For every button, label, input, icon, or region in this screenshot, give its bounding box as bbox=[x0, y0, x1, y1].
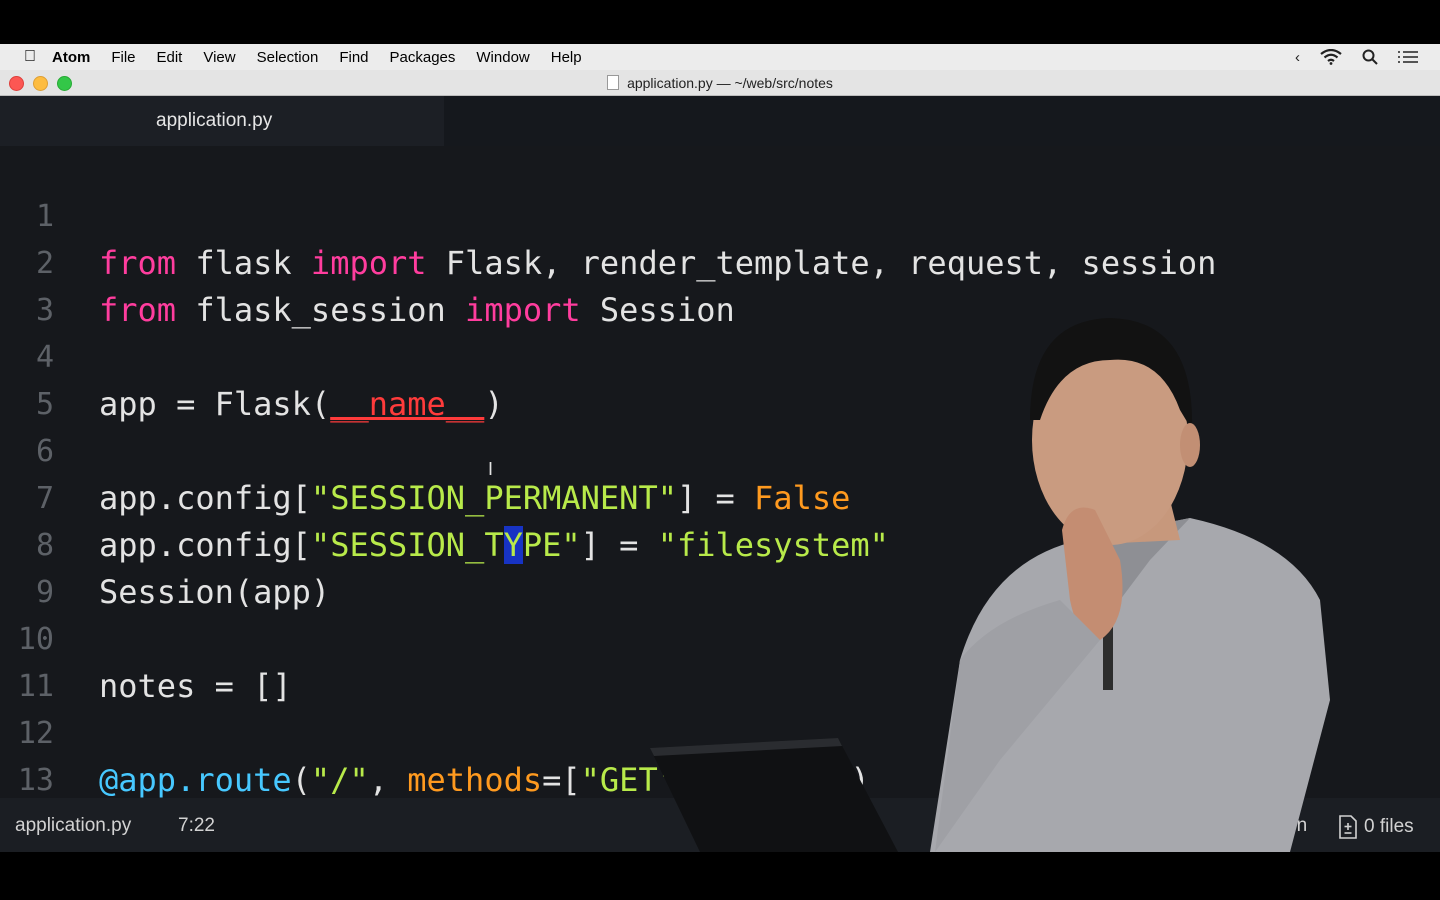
status-cursor-position[interactable]: 7:22 bbox=[178, 815, 215, 837]
status-file-name[interactable]: application.py bbox=[15, 815, 131, 837]
code-line: 6 app.config["SESSION_PERMANENT"] = Fals… bbox=[0, 381, 1440, 517]
search-icon[interactable] bbox=[1362, 49, 1378, 65]
code-line: 11 bbox=[0, 616, 1440, 704]
window-titlebar: application.py — ~/web/src/notes bbox=[0, 70, 1440, 96]
menubar-status-icons: ‹ bbox=[1295, 44, 1418, 70]
wifi-icon[interactable] bbox=[1320, 49, 1342, 65]
tab-bar: application.py bbox=[0, 96, 1440, 146]
menu-view[interactable]: View bbox=[203, 49, 235, 66]
code-line: 4 app = Flask(__name__) bbox=[0, 287, 1440, 423]
window-title: application.py — ~/web/src/notes bbox=[627, 74, 833, 91]
zoom-window-button[interactable] bbox=[57, 76, 72, 91]
code-line: 10 notes = [] bbox=[0, 569, 1440, 705]
file-diff-icon bbox=[1339, 815, 1357, 839]
status-files-count[interactable]: 0 files bbox=[1338, 815, 1414, 839]
menu-atom[interactable]: Atom bbox=[52, 49, 90, 66]
menu-edit[interactable]: Edit bbox=[157, 49, 183, 66]
status-git-label: on bbox=[1286, 815, 1308, 836]
close-window-button[interactable] bbox=[9, 76, 24, 91]
code-line: 13 def index(): bbox=[0, 710, 1440, 798]
code-line: 12 @app.route("/", methods=["GET", "POST… bbox=[0, 663, 1440, 798]
apple-logo-icon[interactable]:  bbox=[24, 48, 36, 66]
code-line: 1 from flask import Flask, render_templa… bbox=[0, 146, 1440, 282]
code-line: 7 app.config["SESSION_TYPE"] = "filesyst… bbox=[0, 428, 1440, 564]
notification-center-icon[interactable] bbox=[1398, 50, 1418, 64]
code-line: 8 Session(app) bbox=[0, 475, 1440, 611]
files-count-label: 0 files bbox=[1364, 816, 1414, 837]
menu-help[interactable]: Help bbox=[551, 49, 582, 66]
chevron-left-icon[interactable]: ‹ bbox=[1295, 49, 1300, 66]
document-icon bbox=[607, 75, 620, 90]
tab-label: application.py bbox=[156, 110, 273, 131]
minimize-window-button[interactable] bbox=[33, 76, 48, 91]
code-line: 5 bbox=[0, 334, 1440, 422]
code-line: 3 bbox=[0, 240, 1440, 328]
code-editor[interactable]: 1 from flask import Flask, render_templa… bbox=[0, 146, 1440, 798]
menu-file[interactable]: File bbox=[111, 49, 135, 66]
status-bar: application.py 7:22 on 0 files bbox=[0, 798, 1440, 852]
window-controls bbox=[9, 76, 72, 91]
menu-selection[interactable]: Selection bbox=[257, 49, 319, 66]
menu-window[interactable]: Window bbox=[476, 49, 529, 66]
i-beam-cursor-icon: I bbox=[488, 459, 494, 479]
code-line: 9 bbox=[0, 522, 1440, 610]
mac-menubar:  Atom File Edit View Selection Find Pac… bbox=[0, 44, 1440, 70]
code-line: 14 if request.method == "POST bbox=[0, 757, 1440, 798]
menu-packages[interactable]: Packages bbox=[390, 49, 456, 66]
tab-application-py[interactable]: application.py bbox=[0, 96, 444, 146]
code-line: 2 from flask_session import Session bbox=[0, 193, 1440, 329]
menu-find[interactable]: Find bbox=[339, 49, 368, 66]
